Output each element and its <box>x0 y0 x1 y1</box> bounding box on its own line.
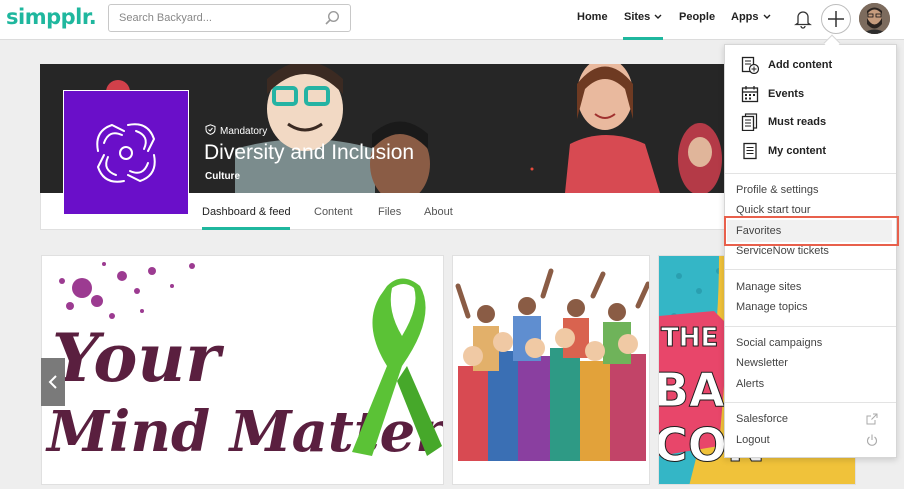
search-input[interactable]: Search Backyard... <box>108 4 351 32</box>
menu-divider <box>725 402 896 403</box>
menu-alerts[interactable]: Alerts <box>736 378 764 390</box>
menu-manage-topics[interactable]: Manage topics <box>736 301 808 313</box>
power-icon <box>867 434 877 446</box>
carousel-card-mind-matters[interactable]: Your Mind Matters <box>41 255 444 485</box>
bell-icon <box>794 11 812 29</box>
tab-active-indicator <box>202 227 290 230</box>
plus-icon <box>828 11 844 27</box>
menu-newsletter[interactable]: Newsletter <box>736 357 788 369</box>
menu-servicenow-tickets[interactable]: ServiceNow tickets <box>736 245 829 257</box>
tab-files[interactable]: Files <box>378 206 401 218</box>
search-placeholder: Search Backyard... <box>119 12 212 24</box>
menu-events[interactable]: Events <box>768 88 804 100</box>
chevron-down-icon <box>654 14 662 19</box>
menu-profile-settings[interactable]: Profile & settings <box>736 184 819 196</box>
chevron-left-icon <box>48 375 57 389</box>
site-category[interactable]: Culture <box>205 171 240 182</box>
menu-must-reads[interactable]: Must reads <box>768 116 826 128</box>
favorites-highlight-box <box>724 216 899 246</box>
tab-about[interactable]: About <box>424 206 453 218</box>
nav-home[interactable]: Home <box>577 11 608 23</box>
hands-circle-icon <box>96 123 156 183</box>
svg-text:Your: Your <box>52 319 224 397</box>
menu-divider <box>725 269 896 270</box>
svg-text:THE: THE <box>661 323 718 353</box>
menu-logout[interactable]: Logout <box>736 434 770 446</box>
nav-sites[interactable]: Sites <box>624 11 662 23</box>
carousel-card-people[interactable] <box>452 255 650 485</box>
menu-manage-sites[interactable]: Manage sites <box>736 281 801 293</box>
menu-social-campaigns[interactable]: Social campaigns <box>736 337 822 349</box>
menu-salesforce[interactable]: Salesforce <box>736 413 788 425</box>
tab-dashboard-feed[interactable]: Dashboard & feed <box>202 206 291 218</box>
create-button[interactable] <box>821 4 851 34</box>
diverse-people-image <box>453 256 649 484</box>
nav-sites-label: Sites <box>624 11 651 23</box>
site-title: Diversity and Inclusion <box>204 141 415 164</box>
user-avatar[interactable] <box>859 3 890 34</box>
carousel-prev-button[interactable] <box>41 358 65 406</box>
mandatory-label: Mandatory <box>220 126 268 137</box>
menu-divider <box>725 326 896 327</box>
site-logo <box>63 90 189 215</box>
menu-my-content[interactable]: My content <box>768 145 826 157</box>
notifications-button[interactable] <box>788 4 818 34</box>
search-icon[interactable] <box>324 10 340 26</box>
nav-apps[interactable]: Apps <box>731 11 771 23</box>
calendar-icon <box>741 86 759 103</box>
nav-active-indicator <box>623 37 663 40</box>
menu-divider <box>725 173 896 174</box>
add-content-icon <box>741 56 759 74</box>
avatar-image <box>859 3 890 34</box>
nav-people[interactable]: People <box>679 11 715 23</box>
must-reads-icon <box>741 113 758 131</box>
simpplr-logo[interactable]: simpplr. <box>6 5 97 29</box>
mind-matters-image: Your Mind Matters <box>42 256 443 484</box>
menu-add-content[interactable]: Add content <box>768 59 832 71</box>
tab-content[interactable]: Content <box>314 206 353 218</box>
external-link-icon <box>866 413 878 425</box>
chevron-down-icon <box>763 14 770 19</box>
nav-apps-label: Apps <box>731 11 759 23</box>
shield-check-icon <box>205 124 216 135</box>
top-header: simpplr. Search Backyard... Home Sites P… <box>0 0 904 40</box>
document-icon <box>743 142 757 160</box>
mandatory-badge: Mandatory <box>205 124 267 137</box>
menu-quick-start-tour[interactable]: Quick start tour <box>736 204 811 216</box>
